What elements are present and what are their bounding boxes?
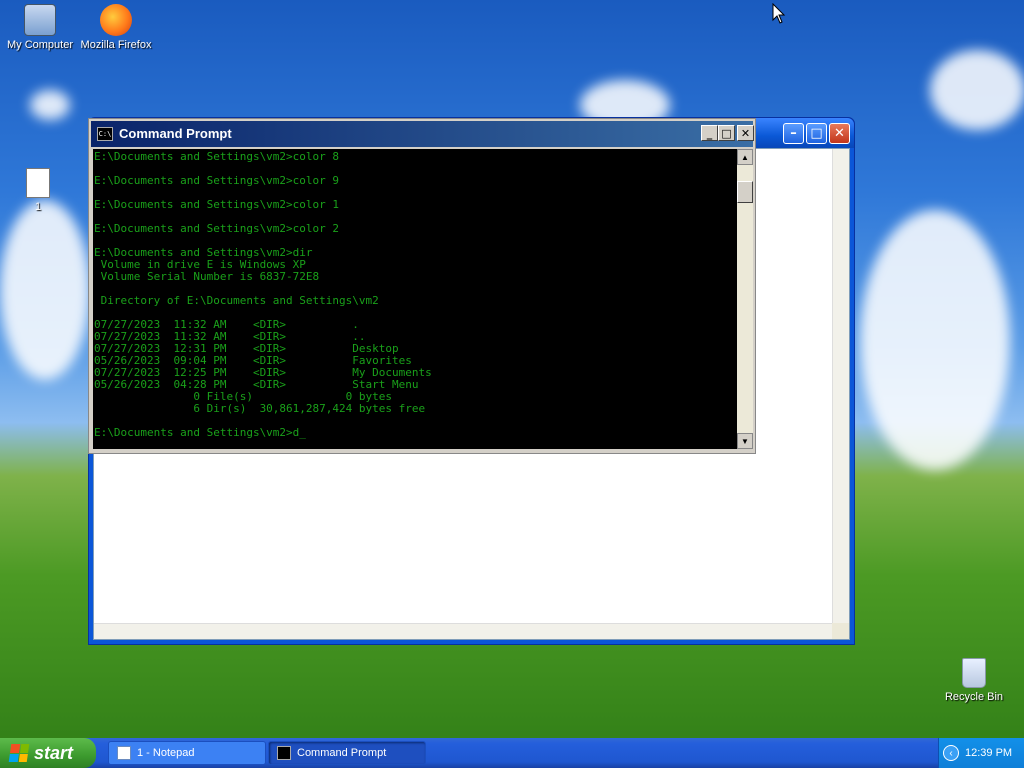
vertical-scrollbar[interactable]: ▲ ▼ (737, 149, 753, 449)
close-button[interactable]: ✕ (829, 123, 850, 144)
scroll-thumb[interactable] (737, 181, 753, 203)
scroll-up-arrow-icon[interactable]: ▲ (737, 149, 753, 165)
cmd-title-bar[interactable]: C:\ Command Prompt _ □ ✕ (91, 121, 754, 147)
clock[interactable]: 12:39 PM (965, 747, 1012, 759)
scroll-down-arrow-icon[interactable]: ▼ (737, 433, 753, 449)
desktop-icon-recycle-bin[interactable]: Recycle Bin (934, 658, 1014, 703)
cmd-icon: C:\ (97, 127, 113, 141)
window-title: Command Prompt (119, 126, 232, 141)
task-label: 1 - Notepad (137, 747, 195, 759)
resize-grip[interactable] (832, 623, 849, 639)
desktop-icon-label: My Computer (6, 39, 74, 51)
taskbar: start 1 - Notepad Command Prompt ‹ 12:39… (0, 738, 1024, 768)
minimize-button[interactable]: – (783, 123, 804, 144)
minimize-button[interactable]: _ (701, 125, 718, 141)
taskbar-item-command-prompt[interactable]: Command Prompt (268, 741, 426, 765)
desktop-icon-firefox[interactable]: Mozilla Firefox (76, 4, 156, 51)
start-button[interactable]: start (0, 738, 96, 768)
desktop-icon-text-file[interactable]: 1 (0, 168, 78, 213)
text-file-icon (26, 168, 50, 198)
maximize-button[interactable]: □ (806, 123, 827, 144)
system-tray: ‹ 12:39 PM (938, 738, 1024, 768)
firefox-icon (100, 4, 132, 36)
command-prompt-window[interactable]: C:\ Command Prompt _ □ ✕ E:\Documents an… (88, 118, 756, 454)
console-output[interactable]: E:\Documents and Settings\vm2>color 8 E:… (93, 149, 737, 449)
show-hidden-icons-chevron-icon[interactable]: ‹ (943, 745, 959, 761)
start-label: start (34, 742, 74, 763)
horizontal-scrollbar[interactable] (94, 623, 832, 639)
vertical-scrollbar[interactable] (832, 149, 849, 623)
cmd-icon (277, 746, 291, 760)
notepad-icon (117, 746, 131, 760)
task-label: Command Prompt (297, 747, 387, 759)
close-button[interactable]: ✕ (737, 125, 754, 141)
desktop-icon-label: Recycle Bin (944, 691, 1004, 703)
windows-flag-icon (8, 744, 30, 762)
console-text: E:\Documents and Settings\vm2>color 8 E:… (94, 150, 432, 439)
taskbar-item-notepad[interactable]: 1 - Notepad (108, 741, 266, 765)
desktop-icon-my-computer[interactable]: My Computer (0, 4, 80, 51)
my-computer-icon (24, 4, 56, 36)
mouse-cursor-icon (772, 3, 786, 24)
recycle-bin-icon (962, 658, 986, 688)
desktop-icon-label: Mozilla Firefox (80, 39, 152, 51)
maximize-button[interactable]: □ (718, 125, 735, 141)
desktop-icon-label: 1 (34, 201, 42, 213)
